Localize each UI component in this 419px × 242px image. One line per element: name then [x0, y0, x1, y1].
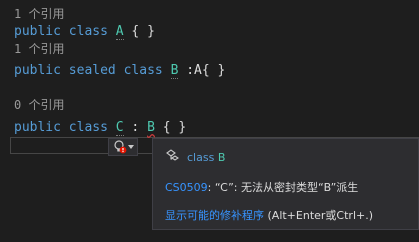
- quick-actions-button[interactable]: [108, 138, 138, 156]
- class-name-a[interactable]: A: [115, 24, 124, 40]
- base-class-b-error[interactable]: B: [147, 120, 155, 135]
- code-editor: 1 个引用 public class A { } 1 个引用 public se…: [0, 0, 419, 242]
- codelens-references-c[interactable]: 0 个引用: [14, 96, 64, 114]
- show-fixes-link[interactable]: 显示可能的修补程序: [165, 209, 264, 222]
- code-line-class-b[interactable]: public sealed class B :A{ }: [14, 62, 225, 80]
- keyword-class: class: [68, 120, 108, 135]
- show-fixes-row: 显示可能的修补程序 (Alt+Enter或Ctrl+.): [165, 207, 373, 223]
- class-body-c: { }: [154, 120, 187, 135]
- class-body-b: :A{ }: [178, 63, 226, 78]
- codelens-references-a[interactable]: 1 个引用: [14, 5, 64, 23]
- keyword-class: class: [68, 24, 108, 39]
- codelens-references-b[interactable]: 1 个引用: [14, 40, 64, 58]
- class-name-c[interactable]: C: [115, 120, 124, 136]
- signature-keyword: class: [187, 150, 215, 164]
- fix-shortcut-hint: (Alt+Enter或Ctrl+.): [264, 209, 374, 222]
- signature-class-name[interactable]: B: [218, 151, 226, 164]
- keyword-public: public: [14, 120, 61, 135]
- class-body-a: { }: [123, 24, 155, 39]
- class-symbol-icon: [165, 148, 181, 166]
- symbol-signature: class B: [165, 148, 226, 166]
- quick-info-popup: class B CS0509: “C”: 无法从密封类型“B”派生 显示可能的修…: [152, 138, 419, 230]
- keyword-sealed: sealed: [68, 63, 116, 78]
- code-line-class-a[interactable]: public class A { }: [14, 23, 155, 41]
- chevron-down-icon[interactable]: [128, 145, 134, 149]
- error-message: CS0509: “C”: 无法从密封类型“B”派生: [165, 179, 358, 195]
- keyword-class: class: [123, 63, 163, 78]
- error-description: : “C”: 无法从密封类型“B”派生: [207, 181, 359, 194]
- keyword-public: public: [14, 24, 61, 39]
- error-code-link[interactable]: CS0509: [165, 181, 208, 194]
- colon-separator: :: [123, 120, 148, 135]
- error-lightbulb-icon: [113, 140, 127, 154]
- code-line-class-c[interactable]: public class C : B { }: [14, 119, 186, 137]
- keyword-public: public: [14, 63, 61, 78]
